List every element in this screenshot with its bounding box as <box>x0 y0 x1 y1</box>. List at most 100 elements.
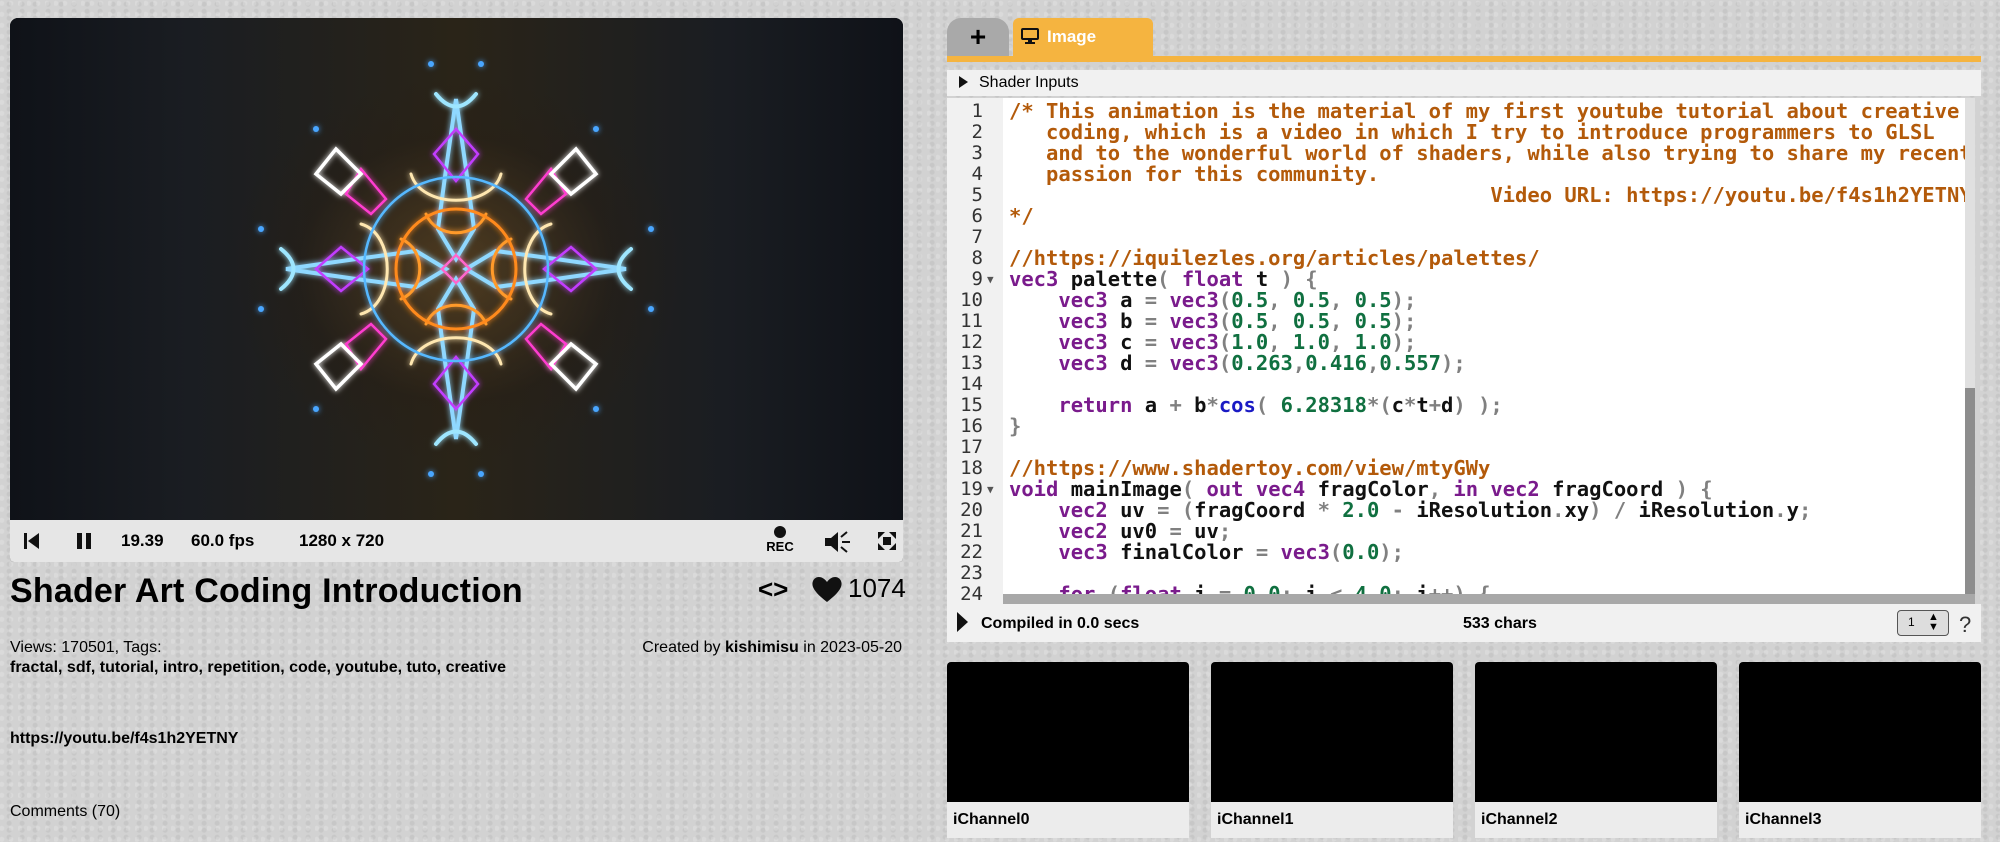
help-button[interactable]: ? <box>1959 612 1971 638</box>
record-button[interactable]: REC <box>762 524 798 560</box>
editor-status-bar: Compiled in 0.0 secs 533 chars 1 ▲ ▼ ? <box>947 604 1981 642</box>
line-number: 20 <box>960 499 983 521</box>
monitor-icon <box>1021 28 1039 44</box>
code-text: return a + b*cos( 6.28318*(c*t+d) ); <box>1058 393 1503 417</box>
line-number: 16 <box>960 415 983 437</box>
code-text: vec2 uv = (fragCoord * 2.0 - iResolution… <box>1058 498 1812 522</box>
line-number: 23 <box>960 562 983 584</box>
line-number: 12 <box>960 331 983 353</box>
code-text: coding, which is a video in which I try … <box>1009 120 1935 144</box>
code-text: vec3 a = vec3(0.5, 0.5, 0.5); <box>1058 288 1417 312</box>
resolution-readout: 1280 x 720 <box>299 531 385 550</box>
line-number: 9 <box>971 268 983 290</box>
code-text: passion for this community. <box>1009 162 1380 186</box>
like-count: 1074 <box>848 573 906 603</box>
code-text: vec3 c = vec3(1.0, 1.0, 1.0); <box>1058 330 1417 354</box>
line-number: 19 <box>960 478 983 500</box>
line-number: 1 <box>971 100 983 122</box>
tag-list[interactable]: fractal, sdf, tutorial, intro, repetitio… <box>10 658 530 678</box>
views-and-tags-label: Views: 170501, Tags: <box>10 639 162 656</box>
code-text: } <box>1009 414 1022 438</box>
compile-status: Compiled in 0.0 secs <box>981 615 1140 632</box>
code-text: vec2 uv0 = uv; <box>1058 519 1232 543</box>
add-tab-button[interactable]: + <box>947 18 1009 56</box>
kaleidoscope-image <box>258 61 654 477</box>
line-number: 13 <box>960 352 983 374</box>
time-readout: 19.39 <box>121 531 164 550</box>
code-text: and to the wonderful world of shaders, w… <box>1009 141 1972 165</box>
shader-inputs-label: Shader Inputs <box>979 74 1079 91</box>
font-size-select[interactable]: 1 ▲ ▼ <box>1897 610 1949 636</box>
line-number: 8 <box>971 247 983 269</box>
expand-arrow-icon <box>959 76 968 88</box>
line-number: 6 <box>971 205 983 227</box>
channel-slot-0[interactable]: iChannel0 <box>947 662 1189 838</box>
line-number: 18 <box>960 457 983 479</box>
tab-image-label: Image <box>1047 27 1097 46</box>
line-number: 7 <box>971 226 983 248</box>
created-date: in 2023-05-20 <box>798 639 902 656</box>
heart-icon[interactable] <box>810 574 844 604</box>
line-number: 14 <box>960 373 983 395</box>
code-text: */ <box>1009 204 1034 228</box>
channel-slot-2[interactable]: iChannel2 <box>1475 662 1717 838</box>
channel-caption: iChannel3 <box>1739 802 1981 838</box>
channel-slot-3[interactable]: iChannel3 <box>1739 662 1981 838</box>
line-number: 4 <box>971 163 983 185</box>
channel-label: iChannel0 <box>953 811 1030 828</box>
channel-label: iChannel2 <box>1481 811 1558 828</box>
rewind-icon[interactable] <box>22 530 42 552</box>
channel-caption: iChannel2 <box>1475 802 1717 838</box>
code-toggle-icon[interactable]: <> <box>758 576 790 602</box>
vertical-scrollbar[interactable] <box>1965 98 1975 594</box>
code-text: void mainImage( out vec4 fragColor, in v… <box>1009 477 1713 501</box>
line-number: 5 <box>971 184 983 206</box>
fold-arrow-icon[interactable]: ▼ <box>987 269 994 290</box>
line-number: 3 <box>971 142 983 164</box>
code-text: Video URL: https://youtu.be/f4s1h2YETNY <box>1009 183 1972 207</box>
code-text: //https://www.shadertoy.com/view/mtyGWy <box>1009 456 1491 480</box>
code-text: vec3 b = vec3(0.5, 0.5, 0.5); <box>1058 309 1417 333</box>
line-number: 15 <box>960 394 983 416</box>
line-number: 24 <box>960 583 983 605</box>
volume-icon[interactable] <box>822 529 852 555</box>
channel-label: iChannel3 <box>1745 811 1822 828</box>
tab-underline <box>947 56 1981 62</box>
record-label: REC <box>766 539 794 554</box>
code-text: /* This animation is the material of my … <box>1009 99 1960 123</box>
char-count: 533 chars <box>1463 615 1537 632</box>
code-editor[interactable]: 1 /* This animation is the material of my… <box>947 98 1975 604</box>
player-controls: 19.39 60.0 fps 1280 x 720 REC <box>10 520 903 562</box>
updown-icon: ▲ ▼ <box>1928 611 1939 633</box>
line-number: 17 <box>960 436 983 458</box>
shader-title: Shader Art Coding Introduction <box>10 572 523 610</box>
pause-icon[interactable] <box>74 530 94 552</box>
channel-caption: iChannel0 <box>947 802 1189 838</box>
compile-play-icon[interactable] <box>957 612 968 632</box>
horizontal-scrollbar[interactable] <box>1003 594 1975 604</box>
channel-label: iChannel1 <box>1217 811 1294 828</box>
shader-inputs-toggle[interactable]: Shader Inputs <box>947 70 1981 96</box>
fold-arrow-icon[interactable]: ▼ <box>987 479 994 500</box>
shader-player: 19.39 60.0 fps 1280 x 720 REC <box>10 18 903 562</box>
line-number: 10 <box>960 289 983 311</box>
line-number: 11 <box>960 310 983 332</box>
record-icon <box>774 526 786 538</box>
font-size-value: 1 <box>1908 615 1915 629</box>
code-text: vec3 palette( float t ) { <box>1009 267 1318 291</box>
created-prefix: Created by <box>642 639 725 656</box>
fullscreen-icon[interactable] <box>876 530 898 552</box>
channel-slot-1[interactable]: iChannel1 <box>1211 662 1453 838</box>
comments-header[interactable]: Comments (70) <box>10 803 120 821</box>
line-number: 2 <box>971 121 983 143</box>
description-link[interactable]: https://youtu.be/f4s1h2YETNY <box>10 730 238 748</box>
tab-image[interactable]: Image <box>1013 18 1153 56</box>
code-text: //https://iquilezles.org/articles/palett… <box>1009 246 1540 270</box>
scroll-thumb[interactable] <box>1965 388 1975 594</box>
shader-canvas[interactable] <box>10 18 903 520</box>
author-link[interactable]: kishimisu <box>725 639 799 656</box>
fps-readout: 60.0 fps <box>191 531 255 550</box>
code-text: vec3 d = vec3(0.263,0.416,0.557); <box>1058 351 1466 375</box>
code-text: vec3 finalColor = vec3(0.0); <box>1058 540 1404 564</box>
channel-caption: iChannel1 <box>1211 802 1453 838</box>
